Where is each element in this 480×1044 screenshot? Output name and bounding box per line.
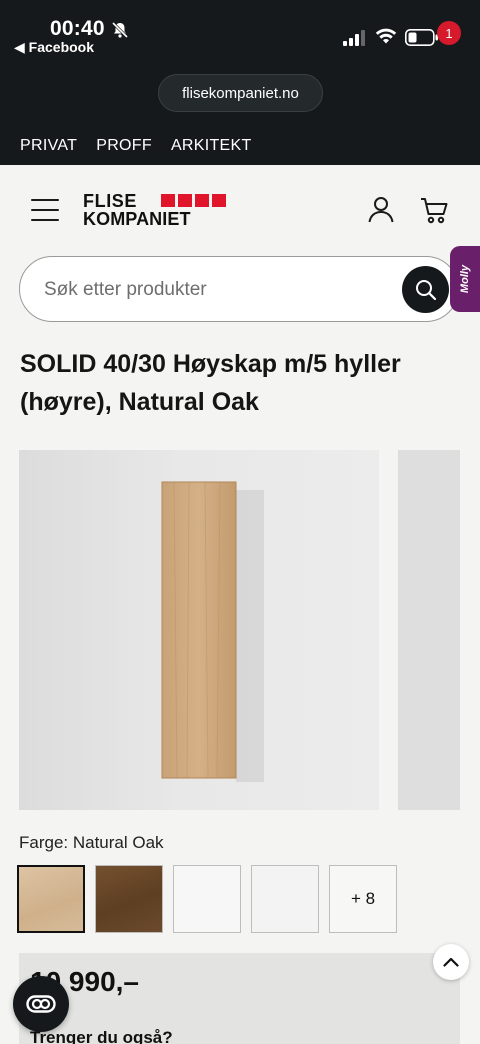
product-image[interactable] (19, 450, 379, 810)
segment-proff[interactable]: PROFF (96, 137, 152, 155)
page: 00:40 ◀ Facebook flisekompaniet.no PRIVA… (0, 0, 480, 1044)
chat-icon (26, 995, 56, 1013)
search-input[interactable] (44, 277, 374, 303)
search-button[interactable] (402, 266, 449, 313)
wifi-icon (375, 28, 397, 44)
logo-line-2: KOMPANIET (83, 209, 191, 229)
logo-bars (161, 194, 226, 207)
chevron-up-icon (443, 957, 459, 967)
bell-muted-icon (111, 21, 129, 39)
site-header: FLISE KOMPANIET (0, 165, 480, 255)
search-box (19, 256, 459, 322)
product-title: SOLID 40/30 Høyskap m/5 hyller (høyre), … (20, 350, 401, 416)
swatch-walnut[interactable] (95, 865, 163, 933)
segment-nav: PRIVAT PROFF ARKITEKT (20, 137, 252, 155)
browser-chrome: 00:40 ◀ Facebook flisekompaniet.no PRIVA… (0, 0, 480, 165)
address-bar-url: flisekompaniet.no (182, 84, 299, 102)
next-product-image[interactable] (398, 450, 460, 810)
logo-line-1: FLISE (83, 191, 138, 211)
back-to-app-link[interactable]: ◀ Facebook (14, 39, 94, 56)
upsell-heading: Trenger du også? (30, 1028, 173, 1044)
swatch-natural-oak[interactable] (17, 865, 85, 933)
address-bar[interactable]: flisekompaniet.no (158, 74, 323, 112)
cart-icon[interactable] (420, 196, 450, 224)
search-icon (415, 279, 436, 300)
color-label: Farge: Natural Oak (19, 833, 164, 852)
signal-icon (343, 30, 365, 46)
menu-icon[interactable] (31, 199, 59, 221)
battery-icon (405, 29, 438, 46)
scroll-to-top-button[interactable] (433, 944, 469, 980)
chat-assistant-tab[interactable]: Molly (450, 246, 480, 312)
swatch-white[interactable] (173, 865, 241, 933)
chat-assistant-label: Molly (459, 264, 471, 294)
chat-button[interactable] (13, 976, 69, 1032)
status-time: 00:40 (50, 17, 105, 40)
cart-count-badge: 1 (437, 21, 461, 45)
logo[interactable]: FLISE KOMPANIET (83, 191, 226, 229)
segment-privat[interactable]: PRIVAT (20, 137, 77, 155)
status-bar: 00:40 ◀ Facebook (0, 0, 480, 60)
cabinet-illustration (161, 481, 264, 782)
more-colors-button[interactable]: + 8 (329, 865, 397, 933)
color-swatches: + 8 (17, 865, 397, 933)
user-icon[interactable] (367, 195, 395, 223)
swatch-white-2[interactable] (251, 865, 319, 933)
segment-arkitekt[interactable]: ARKITEKT (171, 137, 252, 155)
